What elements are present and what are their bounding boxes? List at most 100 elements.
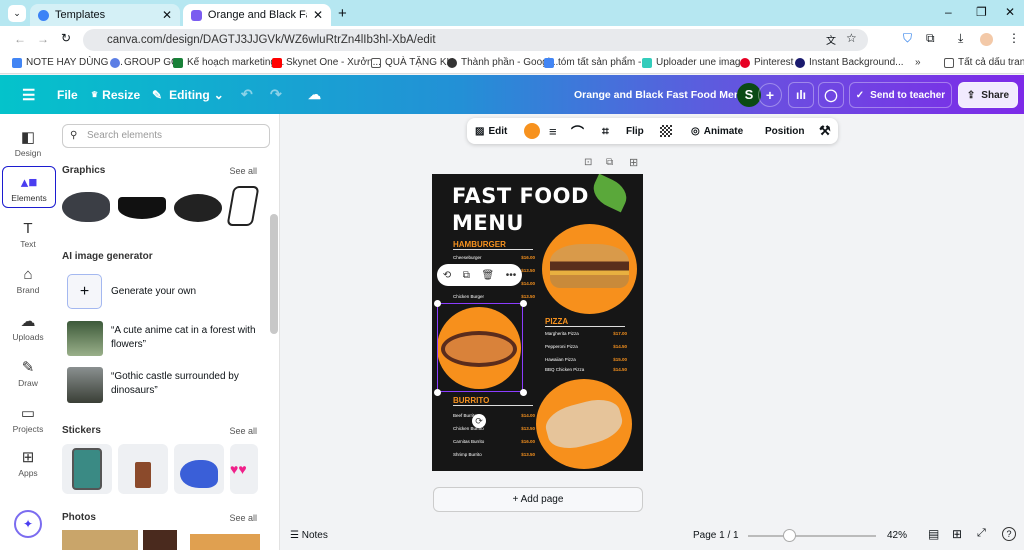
tab-design[interactable]: Orange and Black Fast Food Me✕: [183, 4, 331, 26]
url-input[interactable]: canva.com/design/DAGTJ3JJGVk/WZ6wluRtrZn…: [83, 29, 868, 51]
tab-search-button[interactable]: ⌄: [8, 5, 26, 22]
extension-shield-icon[interactable]: ⛉: [903, 31, 912, 46]
invite-button[interactable]: +: [758, 83, 782, 107]
bookmark[interactable]: Uploader une imag...: [642, 57, 749, 68]
lock-icon[interactable]: ⊡: [584, 157, 592, 168]
restore-button[interactable]: ❐: [976, 5, 987, 19]
more-icon[interactable]: ⋮: [1008, 31, 1020, 45]
resize-handle[interactable]: [520, 389, 527, 396]
zoom-slider-track[interactable]: [748, 535, 876, 537]
rail-draw[interactable]: ✎ Draw: [0, 358, 56, 388]
resize-handle[interactable]: [520, 300, 527, 307]
share-button[interactable]: ⇪ Share: [958, 82, 1018, 108]
ai-prompt-cat[interactable]: “A cute anime cat in a forest with flowe…: [111, 324, 261, 352]
page-indicator[interactable]: Page 1 / 1: [693, 530, 739, 541]
ai-cat-thumbnail[interactable]: [67, 321, 103, 356]
menu-item[interactable]: Carnitas Burrito $16.00: [453, 439, 535, 444]
bookmark[interactable]: Pinterest: [740, 57, 793, 68]
menu-item[interactable]: Cheeseburger $16.00: [453, 255, 535, 260]
star-icon[interactable]: ☆: [846, 31, 857, 45]
menu-item[interactable]: Margherita Pizza $17.00: [545, 331, 627, 336]
section-hamburger[interactable]: HAMBURGER: [453, 240, 533, 250]
menu-item[interactable]: BBQ Chicken Pizza $14.50: [545, 367, 627, 372]
forward-icon[interactable]: →: [37, 32, 49, 46]
see-all-stickers[interactable]: See all: [229, 426, 257, 436]
resize-handle[interactable]: [434, 389, 441, 396]
rail-apps[interactable]: ⊞ Apps: [0, 448, 56, 478]
burrito-image[interactable]: [536, 379, 632, 469]
more-options-icon[interactable]: •••: [506, 270, 517, 281]
download-icon[interactable]: ⤓: [958, 31, 963, 46]
rail-brand[interactable]: ⌂ Brand: [0, 266, 56, 295]
ai-prompt-castle[interactable]: “Gothic castle surrounded by dinosaurs”: [111, 370, 261, 398]
panel-scrollbar[interactable]: [270, 214, 278, 334]
sticker-drink[interactable]: [118, 444, 168, 494]
menu-item[interactable]: Hawaiian Pizza $15.00: [545, 357, 627, 362]
rail-text[interactable]: T Text: [0, 220, 56, 249]
graphic-pot[interactable]: [118, 197, 166, 219]
zoom-slider-thumb[interactable]: [782, 529, 796, 542]
more-bookmarks-icon[interactable]: »: [915, 57, 921, 68]
menu-item[interactable]: Pepperoni Pizza $14.50: [545, 344, 627, 349]
help-icon[interactable]: ?: [1002, 527, 1016, 541]
flip-button[interactable]: Flip: [626, 118, 644, 144]
generate-label[interactable]: Generate your own: [111, 286, 196, 297]
zoom-percentage[interactable]: 42%: [887, 530, 907, 541]
trash-icon[interactable]: 🗑: [481, 270, 494, 281]
graphic-sandwich[interactable]: [226, 186, 260, 226]
close-tab-icon[interactable]: ✕: [313, 8, 323, 22]
sticker-person[interactable]: [174, 444, 224, 494]
bookmark[interactable]: Thành phần - Googl...: [447, 57, 558, 68]
new-tab-button[interactable]: +: [338, 5, 347, 22]
grid-view-icon[interactable]: ⊞: [952, 527, 962, 541]
copy-style-icon[interactable]: ⚒: [819, 118, 831, 144]
photo-thumbnail[interactable]: [143, 530, 177, 550]
close-window-button[interactable]: ✕: [1005, 5, 1015, 19]
graphic-noodles[interactable]: [174, 194, 222, 222]
design-page[interactable]: FAST FOOD MENU HAMBURGER Cheeseburger $16…: [432, 174, 643, 471]
photo-thumbnail[interactable]: [190, 534, 260, 550]
sticker-phone[interactable]: [62, 444, 112, 494]
cloud-saved-icon[interactable]: ☁: [308, 75, 321, 114]
design-title[interactable]: Orange and Black Fast Food Menu: [574, 75, 747, 114]
back-icon[interactable]: ←: [14, 32, 26, 46]
bookmark[interactable]: Kế hoạch marketing...: [173, 57, 284, 68]
rail-uploads[interactable]: ☁ Uploads: [0, 312, 56, 342]
close-tab-icon[interactable]: ✕: [162, 8, 172, 22]
duplicate-icon[interactable]: ⧉: [463, 270, 470, 281]
rail-elements[interactable]: ▴■ Elements: [2, 166, 56, 208]
menu-item[interactable]: Shrimp Burrito $13.50: [453, 452, 535, 457]
corner-rounding-icon[interactable]: ⌒: [571, 118, 584, 144]
translate-icon[interactable]: 文: [826, 32, 836, 47]
generate-your-own-button[interactable]: +: [67, 274, 102, 309]
duplicate-page-icon[interactable]: ⧉: [606, 157, 613, 168]
extensions-icon[interactable]: ⧉: [926, 31, 935, 46]
all-bookmarks[interactable]: Tất cả dấu trang: [944, 57, 1024, 68]
undo-button[interactable]: ↶: [241, 75, 253, 114]
add-page-button[interactable]: + Add page: [433, 487, 643, 512]
menu-title-line1[interactable]: FAST FOOD: [452, 184, 589, 208]
tab-templates[interactable]: Templates ✕: [30, 4, 180, 26]
rotate-handle[interactable]: ⟳: [472, 414, 486, 428]
menu-item[interactable]: Chicken Burrito $13.50: [453, 426, 535, 431]
bookmark-folder[interactable]: QUÀ TẶNG KH: [371, 57, 454, 68]
selection-box[interactable]: [437, 303, 523, 392]
search-input[interactable]: ⚲ Search elements: [62, 124, 270, 148]
fullscreen-icon[interactable]: ⤢: [977, 527, 986, 540]
profile-avatar[interactable]: [980, 33, 993, 46]
notes-button[interactable]: ☰ Notes: [290, 530, 328, 541]
edit-image-button[interactable]: ▨ Edit: [475, 118, 507, 144]
reload-icon[interactable]: ↻: [61, 31, 71, 45]
rail-design[interactable]: ◧ Design: [0, 128, 56, 158]
border-style-icon[interactable]: ≡: [549, 118, 557, 144]
see-all-photos[interactable]: See all: [229, 513, 257, 523]
insights-button[interactable]: ılı: [788, 82, 814, 108]
editing-mode-dropdown[interactable]: ✎ Editing ⌄: [152, 75, 224, 114]
see-all-graphics[interactable]: See all: [229, 166, 257, 176]
redo-button[interactable]: ↷: [270, 75, 282, 114]
menu-item[interactable]: Chicken Burger $13.50: [453, 294, 535, 299]
resize-handle[interactable]: [434, 300, 441, 307]
color-swatch[interactable]: [524, 123, 540, 139]
magic-assistant-button[interactable]: ✦: [14, 510, 42, 538]
comments-button[interactable]: ◯: [818, 82, 844, 108]
